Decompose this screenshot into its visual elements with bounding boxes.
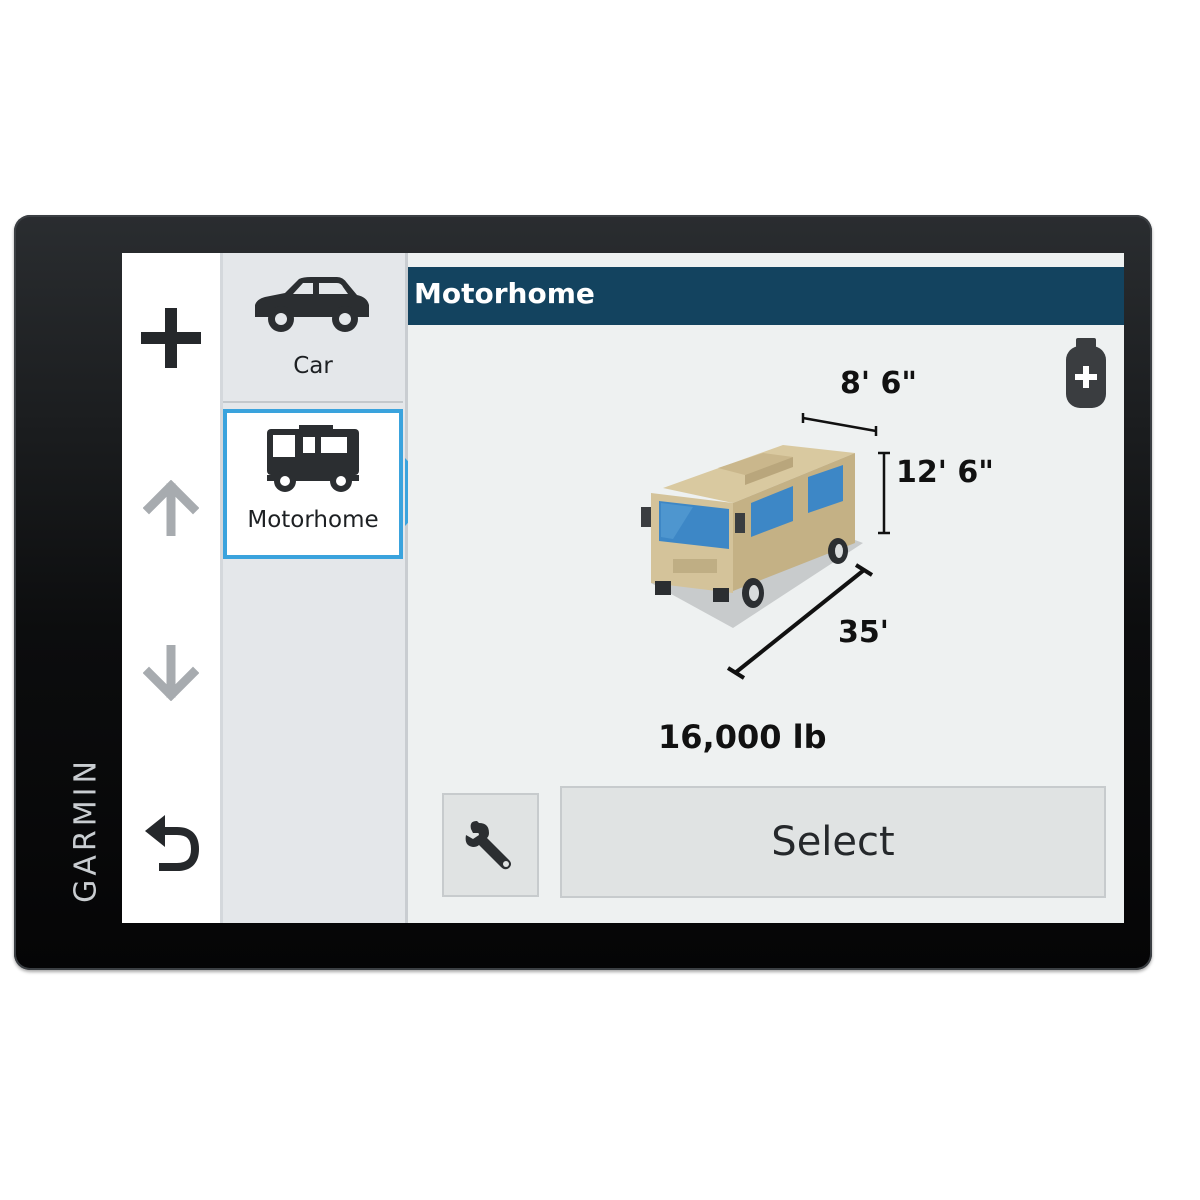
wrench-icon xyxy=(465,821,511,870)
nav-rail xyxy=(122,253,223,923)
vehicle-profile-list: Car Motorhome xyxy=(223,253,408,923)
back-arrow-icon xyxy=(145,815,200,871)
profile-item-car[interactable]: Car xyxy=(223,253,403,403)
add-button[interactable] xyxy=(122,278,220,398)
motorhome-illustration xyxy=(641,445,863,628)
select-button[interactable]: Select xyxy=(560,786,1106,898)
settings-button[interactable] xyxy=(442,793,539,897)
profile-item-motorhome[interactable]: Motorhome xyxy=(223,409,403,559)
motorhome-icon xyxy=(267,425,359,492)
arrow-up-icon xyxy=(143,480,199,536)
plus-icon xyxy=(141,308,201,368)
brand-logo: GARMIN xyxy=(68,757,104,903)
profile-label-motorhome: Motorhome xyxy=(247,507,379,533)
screen: Car Motorhome Motorhome 8' 6" 12' 6" 35'… xyxy=(122,253,1124,923)
profile-detail-panel: Motorhome 8' 6" 12' 6" 35' 16,000 lb Sel… xyxy=(408,253,1124,923)
profile-label-car: Car xyxy=(293,353,333,379)
arrow-down-icon xyxy=(143,645,199,701)
scroll-up-button[interactable] xyxy=(122,448,220,568)
car-icon xyxy=(255,277,369,332)
back-button[interactable] xyxy=(122,783,220,903)
vehicle-weight: 16,000 lb xyxy=(658,718,827,756)
scroll-down-button[interactable] xyxy=(122,613,220,733)
